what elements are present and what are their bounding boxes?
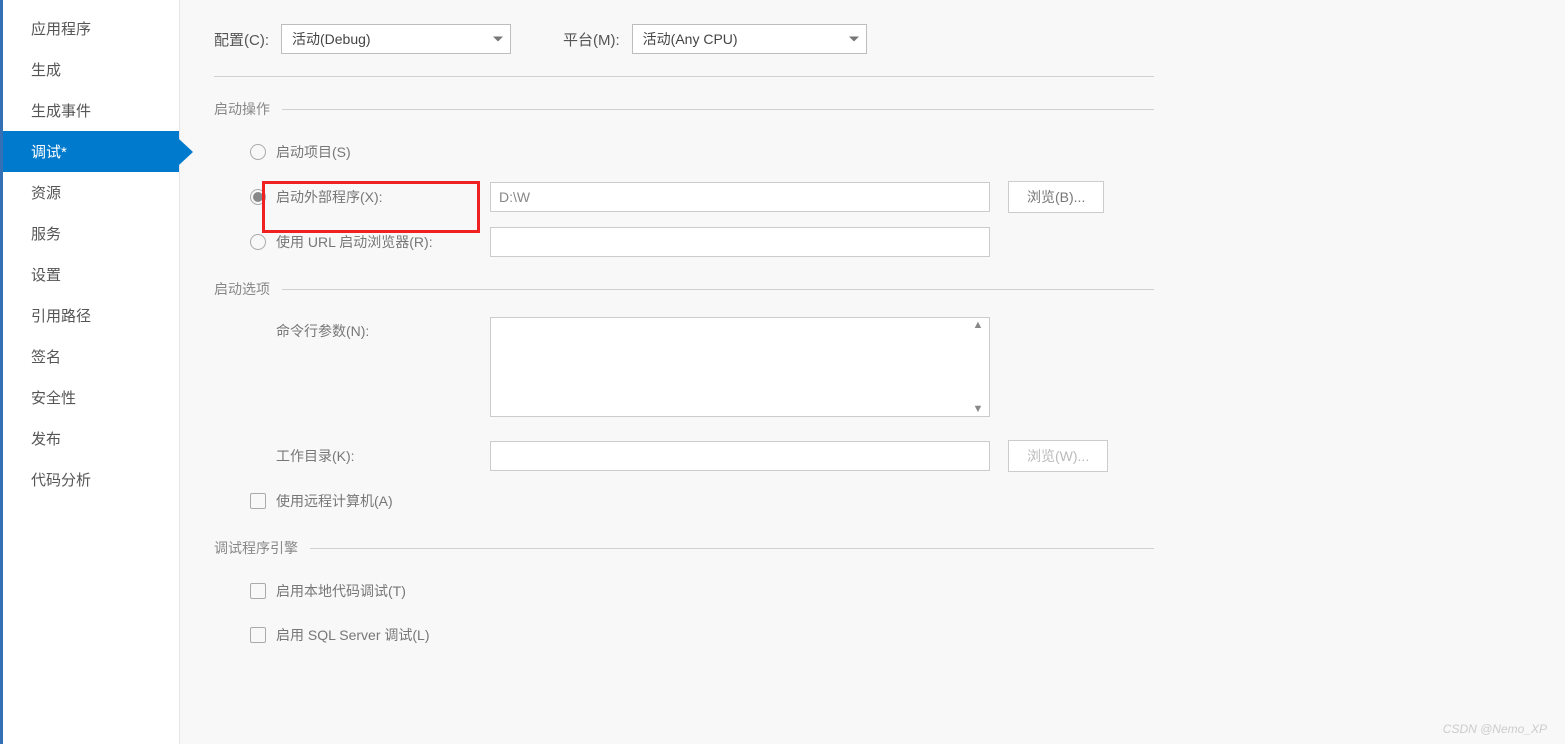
sidebar-item-label: 签名 <box>31 349 61 366</box>
external-program-path-input[interactable] <box>490 182 990 212</box>
platform-combo[interactable] <box>632 24 867 54</box>
section-title: 启动操作 <box>214 99 270 119</box>
start-url-input[interactable] <box>490 227 990 257</box>
section-start-action: 启动操作 启动项目(S) 启动外部程序(X): 浏览(B)... <box>214 99 1154 257</box>
native-debug-label: 启用本地代码调试(T) <box>276 581 406 601</box>
radio-start-url-label: 使用 URL 启动浏览器(R): <box>276 232 433 252</box>
config-row: 配置(C): 平台(M): <box>214 24 1154 77</box>
config-combo[interactable] <box>281 24 511 54</box>
sidebar-item-label: 代码分析 <box>31 472 91 489</box>
sql-debug-label: 启用 SQL Server 调试(L) <box>276 625 430 645</box>
browse-workdir-button[interactable]: 浏览(W)... <box>1008 440 1108 472</box>
sidebar-item-security[interactable]: 安全性 <box>3 377 179 418</box>
sidebar-item-label: 应用程序 <box>31 21 91 38</box>
sidebar-item-label: 发布 <box>31 431 61 448</box>
platform-label: 平台(M): <box>563 29 620 50</box>
sidebar-item-label: 生成 <box>31 62 61 79</box>
radio-start-external-label: 启动外部程序(X): <box>276 187 383 207</box>
watermark: CSDN @Nemo_XP <box>1443 722 1547 736</box>
radio-start-url[interactable] <box>250 234 266 250</box>
sidebar-item-signing[interactable]: 签名 <box>3 336 179 377</box>
sidebar-item-label: 生成事件 <box>31 103 91 120</box>
section-debug-engines: 调试程序引擎 启用本地代码调试(T) 启用 SQL Server 调试(L) <box>214 538 1154 650</box>
sidebar-item-label: 安全性 <box>31 390 76 407</box>
radio-start-project[interactable] <box>250 144 266 160</box>
sidebar-item-build[interactable]: 生成 <box>3 49 179 90</box>
remote-machine-checkbox[interactable] <box>250 493 266 509</box>
sidebar-item-resources[interactable]: 资源 <box>3 172 179 213</box>
workdir-input[interactable] <box>490 441 990 471</box>
remote-machine-label: 使用远程计算机(A) <box>276 491 393 511</box>
sidebar-item-services[interactable]: 服务 <box>3 213 179 254</box>
divider <box>310 548 1154 549</box>
sidebar-item-settings[interactable]: 设置 <box>3 254 179 295</box>
sidebar-item-reference-paths[interactable]: 引用路径 <box>3 295 179 336</box>
sidebar-item-label: 资源 <box>31 185 61 202</box>
sidebar-nav: 应用程序 生成 生成事件 调试* 资源 服务 设置 引用路径 签名 安全性 发布… <box>0 0 180 744</box>
sidebar-item-debug[interactable]: 调试* <box>3 131 179 172</box>
sidebar-item-label: 引用路径 <box>31 308 91 325</box>
sidebar-item-publish[interactable]: 发布 <box>3 418 179 459</box>
native-debug-checkbox[interactable] <box>250 583 266 599</box>
cmdline-args-input[interactable] <box>490 317 990 417</box>
sidebar-item-label: 设置 <box>31 267 61 284</box>
divider <box>282 109 1154 110</box>
sidebar-item-build-events[interactable]: 生成事件 <box>3 90 179 131</box>
sidebar-item-application[interactable]: 应用程序 <box>3 8 179 49</box>
section-title: 调试程序引擎 <box>214 538 298 558</box>
section-title: 启动选项 <box>214 279 270 299</box>
workdir-label: 工作目录(K): <box>276 446 355 466</box>
sidebar-item-label: 服务 <box>31 226 61 243</box>
browse-external-button[interactable]: 浏览(B)... <box>1008 181 1104 213</box>
cmdline-args-label: 命令行参数(N): <box>276 321 369 341</box>
radio-start-external[interactable] <box>250 189 266 205</box>
main-panel: 配置(C): 平台(M): 启动操作 启动项目(S) <box>180 0 1565 744</box>
section-start-options: 启动选项 命令行参数(N): ▲▼ 工作目录(K): <box>214 279 1154 516</box>
sidebar-item-label: 调试* <box>31 144 67 161</box>
radio-start-project-label: 启动项目(S) <box>276 142 351 162</box>
sql-debug-checkbox[interactable] <box>250 627 266 643</box>
divider <box>282 289 1154 290</box>
config-label: 配置(C): <box>214 29 269 50</box>
sidebar-item-code-analysis[interactable]: 代码分析 <box>3 459 179 500</box>
